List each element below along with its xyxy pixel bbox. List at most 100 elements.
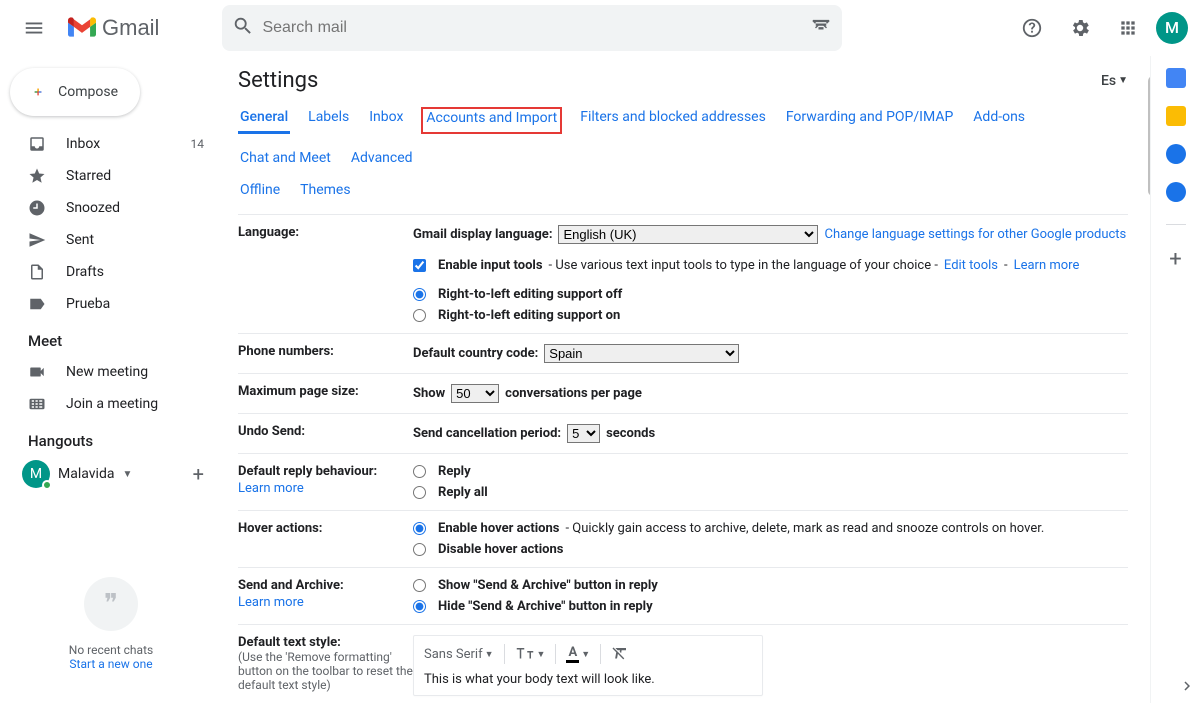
draft-icon	[28, 263, 48, 281]
sidebar-item-drafts[interactable]: Drafts	[6, 256, 216, 288]
separator	[1166, 224, 1186, 225]
tab-forwarding[interactable]: Forwarding and POP/IMAP	[784, 107, 955, 134]
hide-send-archive-radio[interactable]	[413, 600, 426, 613]
account-avatar[interactable]: M	[1156, 12, 1188, 44]
tab-filters[interactable]: Filters and blocked addresses	[578, 107, 768, 134]
nav-label: Join a meeting	[66, 396, 158, 412]
video-icon	[28, 363, 48, 381]
learn-more-link[interactable]: Learn more	[238, 595, 413, 610]
tab-chat-meet[interactable]: Chat and Meet	[238, 148, 333, 172]
reply-radio[interactable]	[413, 465, 426, 478]
enable-input-tools-checkbox[interactable]	[413, 259, 426, 272]
search-options-icon[interactable]	[810, 15, 832, 41]
sidebar-item-inbox[interactable]: Inbox 14	[6, 128, 216, 160]
font-family-select[interactable]: Sans Serif ▼	[424, 647, 494, 662]
row-label: Default text style: (Use the 'Remove for…	[238, 635, 413, 696]
rtl-on-radio[interactable]	[413, 309, 426, 322]
hangouts-add-button[interactable]: +	[193, 462, 204, 486]
support-button[interactable]	[1012, 8, 1052, 48]
country-code-select[interactable]: Spain	[544, 344, 739, 363]
nav-label: Sent	[66, 232, 94, 248]
ui-language-switcher[interactable]: Es ▼	[1101, 73, 1128, 89]
tab-addons[interactable]: Add-ons	[971, 107, 1027, 134]
settings-tabs: General Labels Inbox Accounts and Import…	[238, 93, 1128, 176]
rtl-on-label: Right-to-left editing support on	[438, 308, 620, 323]
sidebar-item-starred[interactable]: Starred	[6, 160, 216, 192]
row-page-size: Maximum page size: Show 50 conversations…	[238, 374, 1128, 414]
tab-general[interactable]: General	[238, 107, 290, 134]
tasks-app-icon[interactable]	[1166, 144, 1186, 164]
learn-more-link[interactable]: Learn more	[1014, 258, 1080, 273]
apps-button[interactable]	[1108, 8, 1148, 48]
header: Gmail M	[0, 0, 1200, 56]
display-language-select[interactable]: English (UK)	[558, 225, 818, 244]
hamburger-icon	[23, 17, 45, 39]
tab-themes[interactable]: Themes	[298, 180, 352, 204]
enable-input-tools-desc: - Use various text input tools to type i…	[549, 258, 938, 273]
inbox-count: 14	[191, 137, 205, 151]
keep-app-icon[interactable]	[1166, 106, 1186, 126]
sidebar: Compose Inbox 14 Starred Snoozed Sent	[0, 56, 216, 703]
text-color-button[interactable]: A ▼	[566, 645, 590, 663]
display-language-label: Gmail display language:	[413, 227, 552, 242]
sidebar-item-prueba[interactable]: Prueba	[6, 288, 216, 320]
get-addons-button[interactable]: +	[1169, 247, 1181, 272]
nav-label: Starred	[66, 168, 111, 184]
meet-join-meeting[interactable]: Join a meeting	[6, 388, 216, 420]
chevron-down-icon[interactable]: ▼	[122, 469, 132, 480]
row-hover-actions: Hover actions: Enable hover actions - Qu…	[238, 511, 1128, 568]
show-send-archive-radio[interactable]	[413, 579, 426, 592]
font-size-button[interactable]: ▼	[515, 645, 546, 663]
nav-label: Snoozed	[66, 200, 120, 216]
row-language: Language: Gmail display language: Englis…	[238, 215, 1128, 334]
learn-more-link[interactable]: Learn more	[238, 481, 413, 496]
settings-panel: Settings Es ▼ General Labels Inbox Accou…	[216, 56, 1150, 703]
tab-offline[interactable]: Offline	[238, 180, 282, 204]
gmail-logo[interactable]: Gmail	[60, 15, 167, 41]
settings-body[interactable]: Language: Gmail display language: Englis…	[238, 214, 1128, 703]
row-label: Undo Send:	[238, 424, 413, 443]
help-icon	[1021, 17, 1043, 39]
start-new-chat-link[interactable]: Start a new one	[26, 657, 196, 671]
remove-formatting-button[interactable]	[611, 645, 629, 663]
clock-icon	[28, 199, 48, 217]
row-label: Maximum page size:	[238, 384, 413, 403]
nav-label: Drafts	[66, 264, 104, 280]
contacts-app-icon[interactable]	[1166, 182, 1186, 202]
rtl-off-radio[interactable]	[413, 288, 426, 301]
page-size-select[interactable]: 50	[451, 384, 499, 403]
sidebar-item-sent[interactable]: Sent	[6, 224, 216, 256]
chevron-right-icon	[1178, 677, 1196, 695]
search-bar	[222, 5, 842, 51]
compose-icon	[32, 76, 44, 108]
meet-new-meeting[interactable]: New meeting	[6, 356, 216, 388]
search-icon[interactable]	[232, 15, 254, 41]
change-language-link[interactable]: Change language settings for other Googl…	[824, 227, 1126, 242]
inbox-icon	[28, 135, 48, 153]
tab-accounts-import[interactable]: Accounts and Import	[421, 107, 562, 134]
search-input[interactable]	[254, 19, 810, 37]
keyboard-icon	[28, 395, 48, 413]
label-icon	[28, 295, 48, 313]
side-panel-toggle[interactable]	[1178, 677, 1196, 699]
compose-button[interactable]: Compose	[10, 68, 140, 116]
row-text-style: Default text style: (Use the 'Remove for…	[238, 625, 1128, 703]
hangouts-user[interactable]: M Malavida ▼ +	[6, 456, 216, 492]
text-style-preview: This is what your body text will look li…	[424, 672, 752, 687]
chevron-down-icon: ▼	[1118, 75, 1128, 86]
user-avatar: M	[22, 460, 50, 488]
sidebar-item-snoozed[interactable]: Snoozed	[6, 192, 216, 224]
enable-hover-radio[interactable]	[413, 522, 426, 535]
tab-inbox[interactable]: Inbox	[367, 107, 405, 134]
main-menu-button[interactable]	[12, 6, 56, 50]
calendar-app-icon[interactable]	[1166, 68, 1186, 88]
clear-format-icon	[611, 645, 629, 663]
reply-all-radio[interactable]	[413, 486, 426, 499]
edit-tools-link[interactable]: Edit tools	[944, 258, 998, 273]
undo-period-select[interactable]: 5	[567, 424, 600, 443]
row-reply-behaviour: Default reply behaviour: Learn more Repl…	[238, 454, 1128, 511]
tab-labels[interactable]: Labels	[306, 107, 351, 134]
tab-advanced[interactable]: Advanced	[349, 148, 415, 172]
disable-hover-radio[interactable]	[413, 543, 426, 556]
settings-button[interactable]	[1060, 8, 1100, 48]
